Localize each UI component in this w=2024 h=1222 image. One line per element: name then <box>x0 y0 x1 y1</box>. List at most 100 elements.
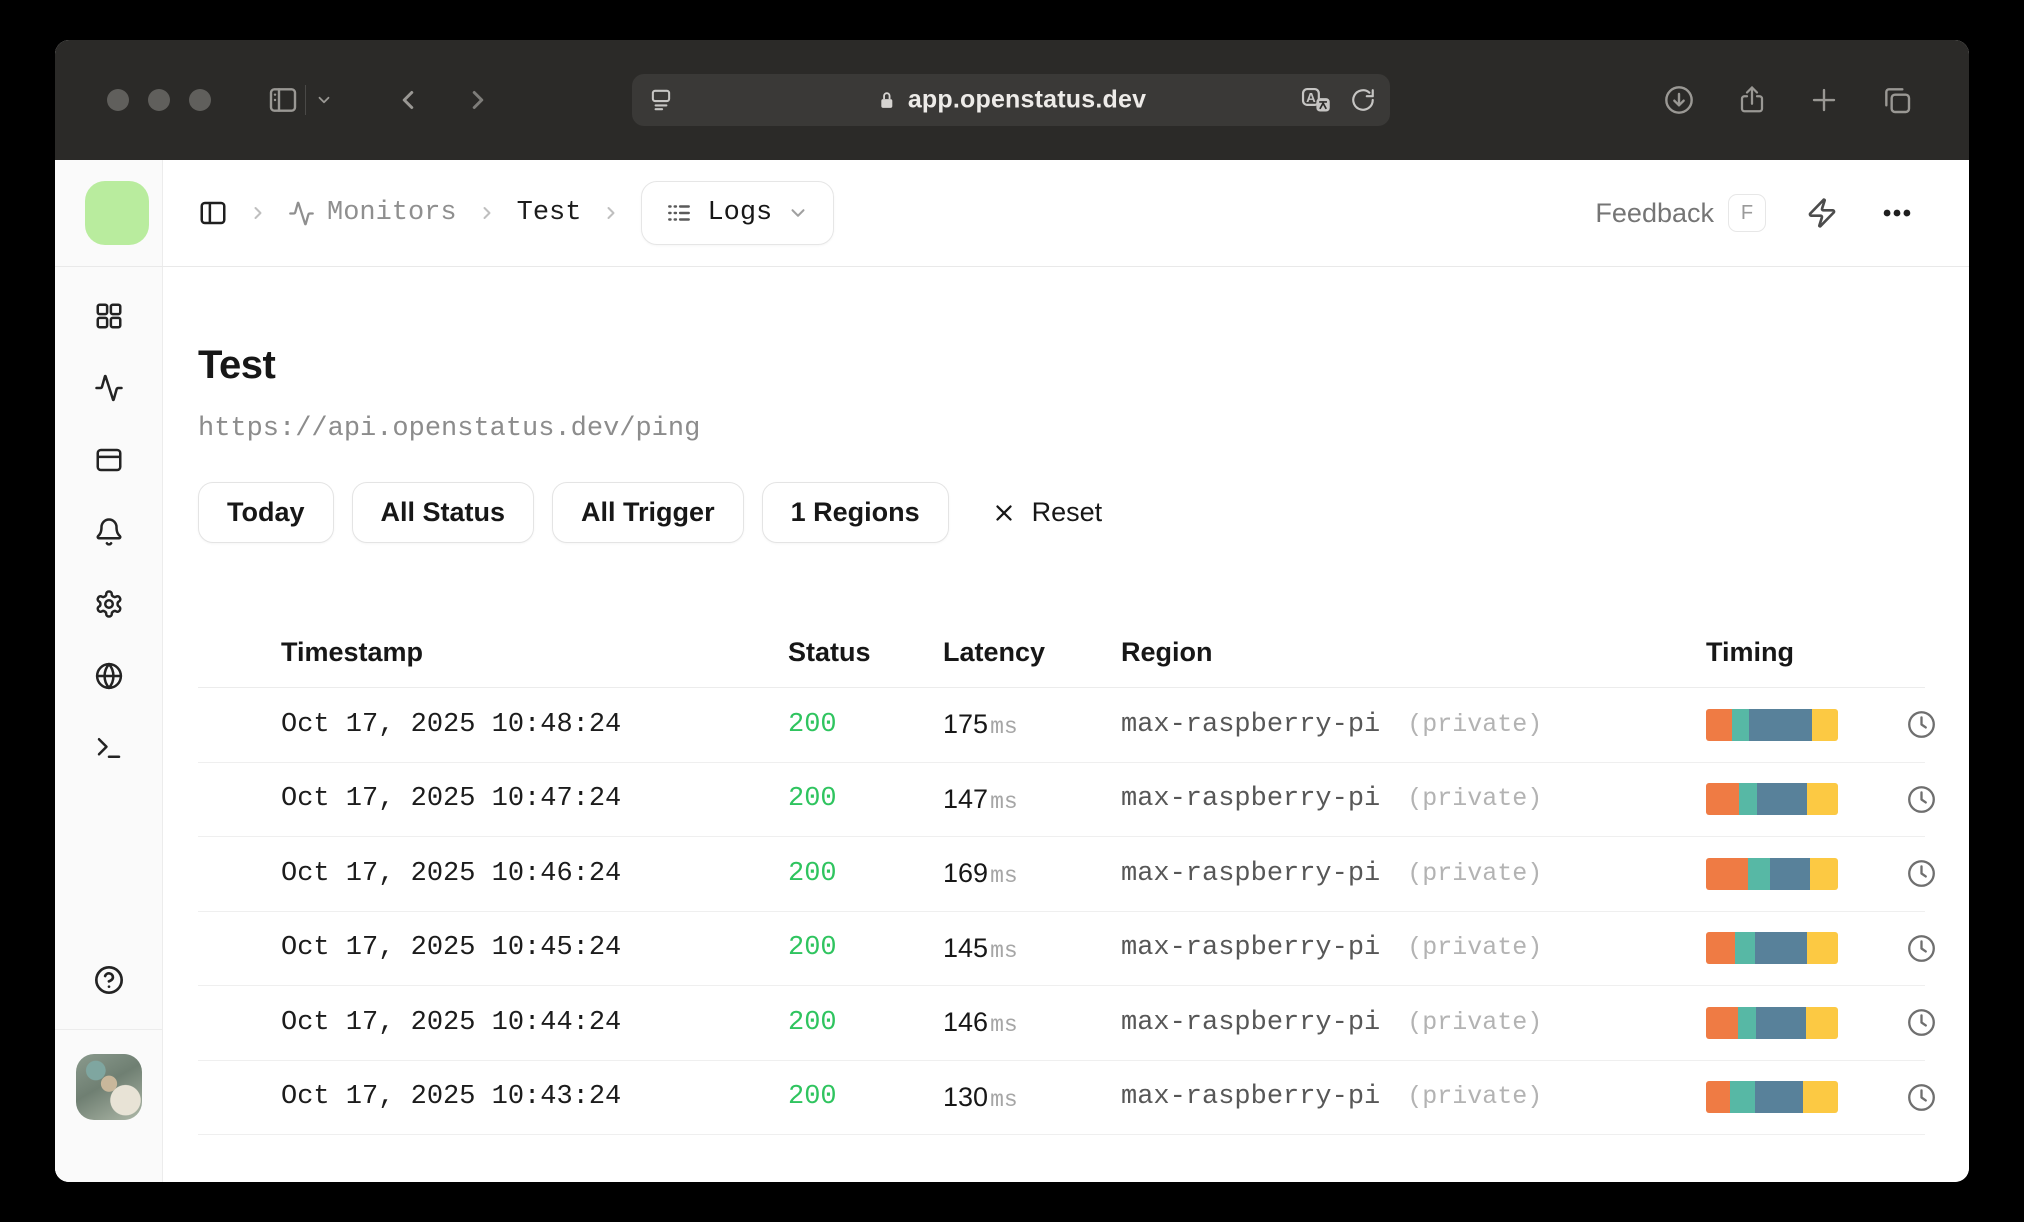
zoom-window-button[interactable] <box>189 89 211 111</box>
row-region: max-raspberry-pi <box>1121 1082 1381 1113</box>
timing-segment-2 <box>1730 1081 1756 1114</box>
view-select-logs[interactable]: Logs <box>641 181 835 245</box>
timing-bar <box>1706 1081 1838 1114</box>
sidebar-item-cli[interactable] <box>73 712 145 784</box>
row-region-note: (private) <box>1392 709 1543 739</box>
forward-button-icon[interactable] <box>463 85 493 115</box>
log-row[interactable]: Oct 17, 2025 10:47:24 200 147ms max-rasp… <box>198 763 1935 837</box>
log-table-body: Oct 17, 2025 10:48:24 200 175ms max-rasp… <box>198 688 1935 1135</box>
row-status-code: 200 <box>788 1082 837 1113</box>
row-status-code: 200 <box>788 858 837 889</box>
breadcrumb-monitor-name[interactable]: Test <box>517 198 582 228</box>
timing-segment-4 <box>1809 857 1838 890</box>
filter-bar: Today All Status All Trigger 1 Regions R… <box>198 482 1925 543</box>
timing-bar <box>1706 783 1838 816</box>
row-region-note: (private) <box>1392 1082 1543 1112</box>
sidebar-divider <box>55 1029 162 1030</box>
feedback-button[interactable]: Feedback <box>1595 198 1714 229</box>
sidebar-chevron-down-icon[interactable] <box>315 91 333 109</box>
grid-icon <box>96 303 121 329</box>
row-region-note: (private) <box>1392 784 1543 814</box>
header-region: Region <box>1121 637 1213 667</box>
timing-segment-3 <box>1755 1081 1804 1114</box>
log-row[interactable]: Oct 17, 2025 10:44:24 200 146ms max-rasp… <box>198 986 1935 1061</box>
clock-icon <box>1908 785 1935 813</box>
logs-list-icon <box>666 200 692 226</box>
breadcrumb: Monitors Test Logs <box>198 181 835 245</box>
breadcrumb-separator-icon <box>601 203 621 223</box>
timing-segment-1 <box>1706 1081 1731 1114</box>
reload-icon[interactable] <box>1350 87 1376 113</box>
filter-status-button[interactable]: All Status <box>351 482 535 543</box>
back-button-icon[interactable] <box>393 85 423 115</box>
log-row[interactable]: Oct 17, 2025 10:48:24 200 175ms max-rasp… <box>198 688 1935 763</box>
row-latency-value: 146 <box>943 1007 989 1038</box>
timing-segment-1 <box>1706 932 1736 965</box>
page-format-icon[interactable] <box>648 87 674 113</box>
sidebar-item-settings[interactable] <box>73 568 145 640</box>
row-region: max-raspberry-pi <box>1121 933 1381 964</box>
reset-filters-button[interactable]: Reset <box>991 497 1102 528</box>
log-row[interactable]: Oct 17, 2025 10:45:24 200 145ms max-rasp… <box>198 912 1935 986</box>
filter-period-button[interactable]: Today <box>198 482 334 543</box>
help-button[interactable] <box>73 944 145 1016</box>
timing-segment-1 <box>1706 783 1739 816</box>
row-region-note: (private) <box>1392 933 1543 963</box>
clock-icon <box>1908 1009 1935 1037</box>
browser-titlebar: app.openstatus.dev A <box>55 40 1969 160</box>
filter-regions-button[interactable]: 1 Regions <box>761 482 949 543</box>
clock-icon <box>1908 711 1935 739</box>
row-status-code: 200 <box>788 1007 837 1038</box>
tab-overview-icon[interactable] <box>1881 84 1913 116</box>
row-region: max-raspberry-pi <box>1121 858 1381 889</box>
row-latency-value: 130 <box>943 1081 989 1112</box>
sidebar-item-global[interactable] <box>73 640 145 712</box>
logs-table: Timestamp Status Latency Region Timing O… <box>198 618 1935 1135</box>
breadcrumb-monitors[interactable]: Monitors <box>288 198 457 228</box>
logs-page: Test https://api.openstatus.dev/ping Tod… <box>163 267 1969 1182</box>
row-timestamp: Oct 17, 2025 10:46:24 <box>281 858 622 889</box>
activity-icon <box>289 201 314 225</box>
minimize-window-button[interactable] <box>148 89 170 111</box>
panel-top-icon <box>96 448 121 472</box>
filter-trigger-button[interactable]: All Trigger <box>552 482 744 543</box>
timing-segment-3 <box>1755 932 1808 965</box>
lock-icon <box>876 89 898 111</box>
toolbar-divider <box>305 85 306 115</box>
sidebar-item-monitors[interactable] <box>73 352 145 424</box>
timing-segment-4 <box>1803 1081 1838 1114</box>
timing-segment-3 <box>1748 708 1812 741</box>
view-select-label: Logs <box>707 198 773 228</box>
sidebar-item-dashboard[interactable] <box>73 280 145 352</box>
log-row[interactable]: Oct 17, 2025 10:43:24 200 130ms max-rasp… <box>198 1061 1935 1135</box>
x-icon <box>995 504 1012 521</box>
toggle-sidebar-icon[interactable] <box>267 84 299 116</box>
timing-segment-4 <box>1806 1006 1838 1039</box>
downloads-icon[interactable] <box>1663 84 1695 116</box>
row-timestamp: Oct 17, 2025 10:43:24 <box>281 1082 622 1113</box>
sidebar-item-notifications[interactable] <box>73 496 145 568</box>
timing-segment-4 <box>1811 708 1838 741</box>
workspace-logo[interactable] <box>85 181 149 245</box>
row-region-note: (private) <box>1392 1007 1543 1037</box>
address-bar[interactable]: app.openstatus.dev A <box>632 74 1390 126</box>
clock-icon <box>1908 1083 1935 1111</box>
more-options-icon[interactable] <box>1880 196 1914 230</box>
row-region: max-raspberry-pi <box>1121 709 1381 740</box>
timing-segment-4 <box>1807 932 1838 965</box>
row-region: max-raspberry-pi <box>1121 784 1381 815</box>
panel-toggle-icon[interactable] <box>198 198 228 228</box>
timing-bar <box>1706 1006 1838 1039</box>
timing-segment-2 <box>1735 932 1756 965</box>
page-title: Test <box>198 343 276 387</box>
sidebar-item-status-pages[interactable] <box>73 424 145 496</box>
log-row[interactable]: Oct 17, 2025 10:46:24 200 169ms max-rasp… <box>198 837 1935 912</box>
user-avatar[interactable] <box>75 1054 142 1120</box>
new-tab-icon[interactable] <box>1809 85 1839 115</box>
share-icon[interactable] <box>1737 84 1767 116</box>
zap-icon[interactable] <box>1806 197 1838 229</box>
translate-icon[interactable]: A <box>1300 85 1334 115</box>
app-header: Monitors Test Logs Feedback F <box>55 160 1969 267</box>
close-window-button[interactable] <box>107 89 129 111</box>
timing-segment-3 <box>1756 1006 1807 1039</box>
